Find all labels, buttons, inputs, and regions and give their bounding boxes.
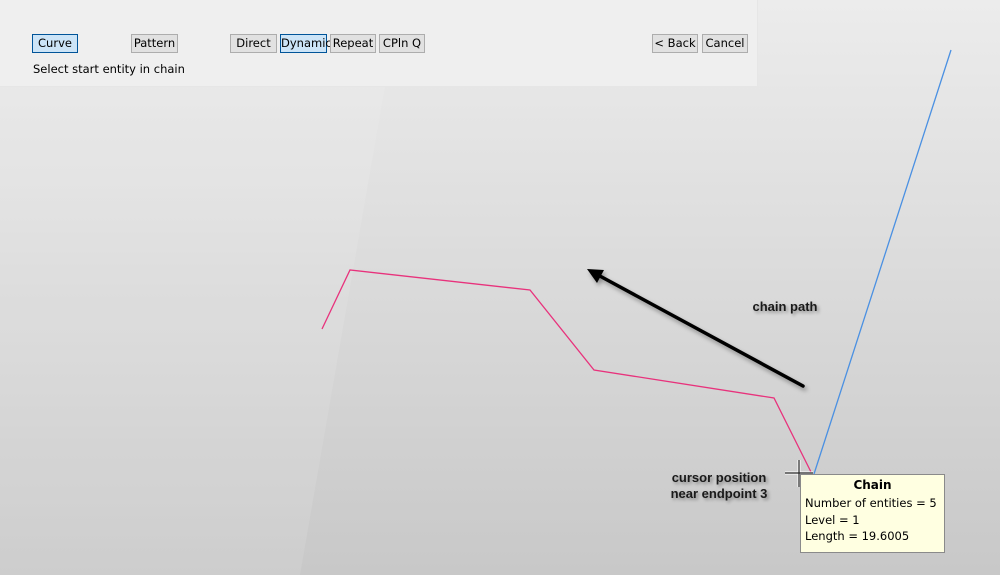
prompt-text: Select start entity in chain <box>33 62 185 76</box>
cursor-annotation: cursor position near endpoint 3 <box>660 470 778 502</box>
pattern-button[interactable]: Pattern <box>131 34 178 53</box>
tooltip-title: Chain <box>853 478 892 492</box>
repeat-button[interactable]: Repeat <box>330 34 376 53</box>
chain-direction-arrow <box>587 269 805 388</box>
line-entity[interactable] <box>813 49 952 475</box>
cursor-annotation-line1: cursor position <box>671 470 767 485</box>
chain-info-tooltip: Chain Number of entities = 5 Level = 1 L… <box>800 474 945 553</box>
tooltip-level: Level = 1 <box>805 512 860 527</box>
cursor-annotation-line2: near endpoint 3 <box>670 486 768 501</box>
chaining-ribbon: Curve Pattern Direct Dynamic Repeat CPln… <box>0 0 758 87</box>
tooltip-entity-count: Number of entities = 5 <box>805 496 937 510</box>
chain-path-annotation: chain path <box>752 299 818 314</box>
direct-button[interactable]: Direct <box>230 34 277 53</box>
cancel-button[interactable]: Cancel <box>702 34 748 53</box>
tooltip-length: Length = 19.6005 <box>805 529 910 543</box>
curve-button[interactable]: Curve <box>32 34 78 53</box>
dynamic-button[interactable]: Dynamic <box>280 34 332 53</box>
cpln-q-button[interactable]: CPln Q <box>379 34 425 53</box>
back-button[interactable]: < Back <box>652 34 698 53</box>
